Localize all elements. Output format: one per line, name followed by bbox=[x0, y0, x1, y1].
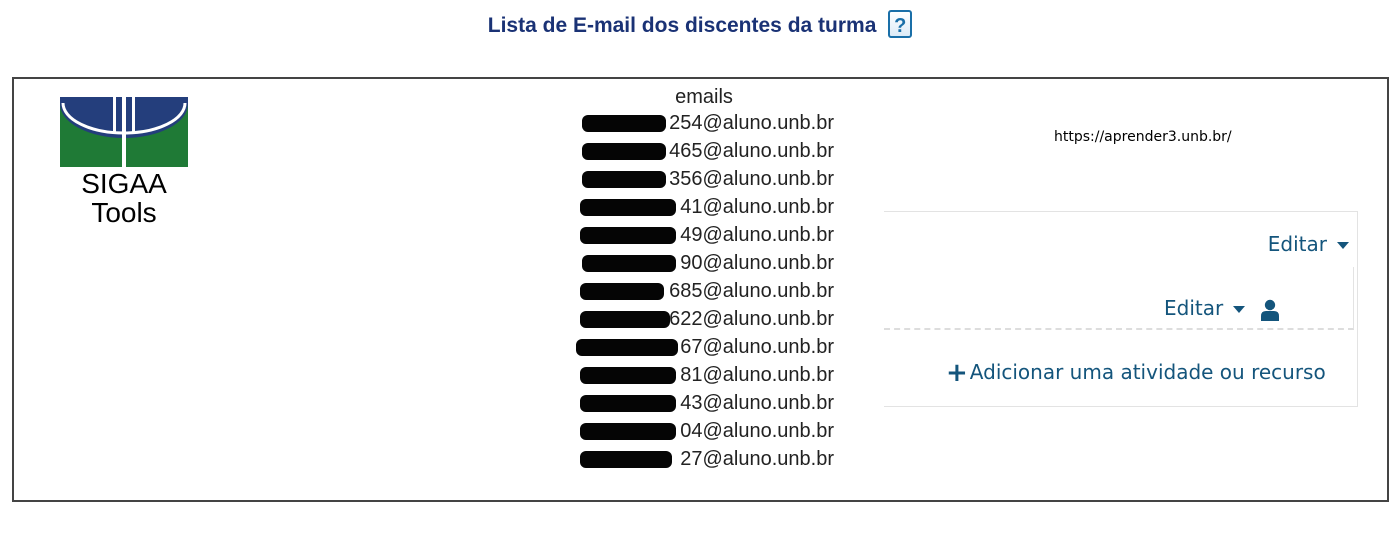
email-row: 67@aluno.unb.br bbox=[574, 333, 834, 361]
unb-logo-icon bbox=[60, 97, 188, 167]
email-address: 27@aluno.unb.br bbox=[680, 448, 834, 470]
email-list-header: emails bbox=[675, 86, 733, 108]
email-address: 465@aluno.unb.br bbox=[669, 140, 834, 162]
email-address: 41@aluno.unb.br bbox=[680, 196, 834, 218]
email-address: 254@aluno.unb.br bbox=[669, 112, 834, 134]
email-row: 90@aluno.unb.br bbox=[574, 249, 834, 277]
section-edit-label: Editar bbox=[1267, 232, 1327, 256]
add-activity-link[interactable]: + Adicionar uma atividade ou recurso bbox=[946, 358, 1326, 388]
email-address: 43@aluno.unb.br bbox=[680, 392, 834, 414]
plus-icon: + bbox=[946, 358, 968, 388]
page-title-text: Lista de E-mail dos discentes da turma bbox=[487, 14, 877, 37]
email-address: 49@aluno.unb.br bbox=[680, 224, 834, 246]
logo-text: SIGAA Tools bbox=[60, 169, 188, 227]
activity-edit-menu[interactable]: Editar bbox=[1164, 296, 1246, 320]
email-address: 356@aluno.unb.br bbox=[669, 168, 834, 190]
email-list: emails 254@aluno.unb.br 465@aluno.unb.br… bbox=[574, 85, 834, 473]
email-row: 254@aluno.unb.br bbox=[574, 109, 834, 137]
activity-edit-label: Editar bbox=[1164, 296, 1224, 320]
activity-row: Editar bbox=[884, 267, 1354, 330]
email-address: 67@aluno.unb.br bbox=[680, 336, 834, 358]
email-row: 43@aluno.unb.br bbox=[574, 389, 834, 417]
add-activity-label: Adicionar uma atividade ou recurso bbox=[969, 360, 1326, 384]
user-icon[interactable] bbox=[1261, 299, 1279, 321]
email-row: 356@aluno.unb.br bbox=[574, 165, 834, 193]
email-row: 04@aluno.unb.br bbox=[574, 417, 834, 445]
email-address: 685@aluno.unb.br bbox=[669, 280, 834, 302]
screenshot-frame: SIGAA Tools emails 254@aluno.unb.br 465@… bbox=[12, 77, 1389, 502]
email-row: 622@aluno.unb.br bbox=[574, 305, 834, 333]
email-row: 685@aluno.unb.br bbox=[574, 277, 834, 305]
caret-down-icon bbox=[1337, 242, 1349, 249]
email-row: 465@aluno.unb.br bbox=[574, 137, 834, 165]
email-row: 81@aluno.unb.br bbox=[574, 361, 834, 389]
logo-text-line2: Tools bbox=[91, 197, 157, 228]
caret-down-icon bbox=[1233, 306, 1246, 313]
question-mark-help-icon[interactable]: ? bbox=[888, 10, 913, 38]
section-edit-menu[interactable]: Editar bbox=[1268, 232, 1349, 256]
email-row: 27@aluno.unb.br bbox=[574, 445, 834, 473]
email-row: 49@aluno.unb.br bbox=[574, 221, 834, 249]
page-title: Lista de E-mail dos discentes da turma ? bbox=[0, 10, 1400, 40]
email-address: 04@aluno.unb.br bbox=[680, 420, 834, 442]
moodle-section-panel: Editar Editar + Adicionar uma atividade o… bbox=[884, 211, 1358, 407]
section-header: Editar bbox=[884, 212, 1357, 267]
logo-text-line1: SIGAA bbox=[81, 168, 167, 199]
email-address: 90@aluno.unb.br bbox=[680, 252, 834, 274]
email-address: 81@aluno.unb.br bbox=[680, 364, 834, 386]
url-text: https://aprender3.unb.br/ bbox=[1054, 129, 1232, 145]
email-address: 622@aluno.unb.br bbox=[669, 308, 834, 330]
email-row: 41@aluno.unb.br bbox=[574, 193, 834, 221]
